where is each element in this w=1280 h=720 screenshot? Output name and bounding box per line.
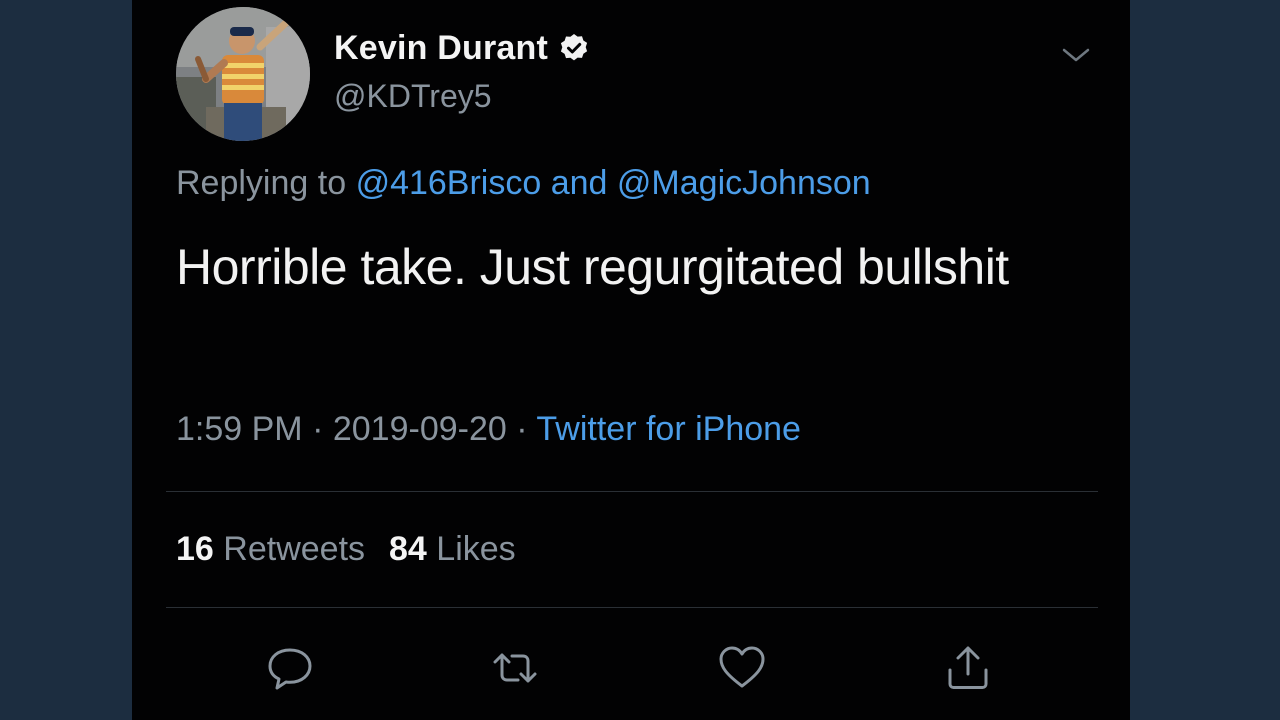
divider bbox=[166, 607, 1098, 608]
tweet-meta: 1:59 PM · 2019-09-20 · Twitter for iPhon… bbox=[176, 410, 801, 449]
likes-label: Likes bbox=[436, 530, 516, 568]
avatar[interactable] bbox=[176, 7, 310, 141]
share-button[interactable] bbox=[940, 640, 996, 696]
heart-icon bbox=[719, 646, 765, 688]
speech-bubble-icon bbox=[268, 648, 312, 690]
share-icon bbox=[948, 646, 988, 689]
retweet-button[interactable] bbox=[487, 640, 543, 696]
page: Kevin Durant @KDTrey5 Replying to @416Br… bbox=[0, 0, 1280, 720]
avatar-image bbox=[176, 7, 310, 141]
replying-to: Replying to @416Brisco and @MagicJohnson bbox=[176, 164, 871, 203]
meta-separator-1: · bbox=[312, 410, 324, 448]
verified-badge-icon bbox=[560, 34, 588, 61]
tweet-source-link[interactable]: Twitter for iPhone bbox=[536, 410, 801, 448]
like-button[interactable] bbox=[714, 640, 770, 696]
tweet-text: Horrible take. Just regurgitated bullshi… bbox=[176, 239, 1009, 295]
mention-416brisco[interactable]: @416Brisco bbox=[356, 164, 542, 202]
retweet-icon bbox=[493, 653, 537, 683]
meta-separator-2: · bbox=[516, 410, 528, 448]
chevron-down-icon bbox=[1062, 48, 1090, 62]
mention-connector: and bbox=[550, 164, 608, 202]
retweets-label: Retweets bbox=[223, 530, 366, 568]
likes-stat[interactable]: 84 Likes bbox=[389, 530, 516, 568]
likes-count: 84 bbox=[389, 530, 427, 568]
tweet-time: 1:59 PM bbox=[176, 410, 303, 448]
display-name[interactable]: Kevin Durant bbox=[334, 29, 548, 68]
author-handle[interactable]: @KDTrey5 bbox=[334, 78, 492, 115]
retweets-stat[interactable]: 16 Retweets bbox=[176, 530, 365, 568]
divider bbox=[166, 491, 1098, 492]
retweets-count: 16 bbox=[176, 530, 214, 568]
tweet-stats: 16 Retweets 84 Likes bbox=[176, 530, 516, 569]
replying-to-prefix: Replying to bbox=[176, 164, 347, 202]
tweet-date: 2019-09-20 bbox=[332, 410, 507, 448]
tweet-menu-button[interactable] bbox=[1058, 42, 1094, 68]
mention-magicjohnson[interactable]: @MagicJohnson bbox=[617, 164, 871, 202]
author-name-row[interactable]: Kevin Durant bbox=[334, 28, 590, 68]
reply-button[interactable] bbox=[262, 640, 318, 696]
